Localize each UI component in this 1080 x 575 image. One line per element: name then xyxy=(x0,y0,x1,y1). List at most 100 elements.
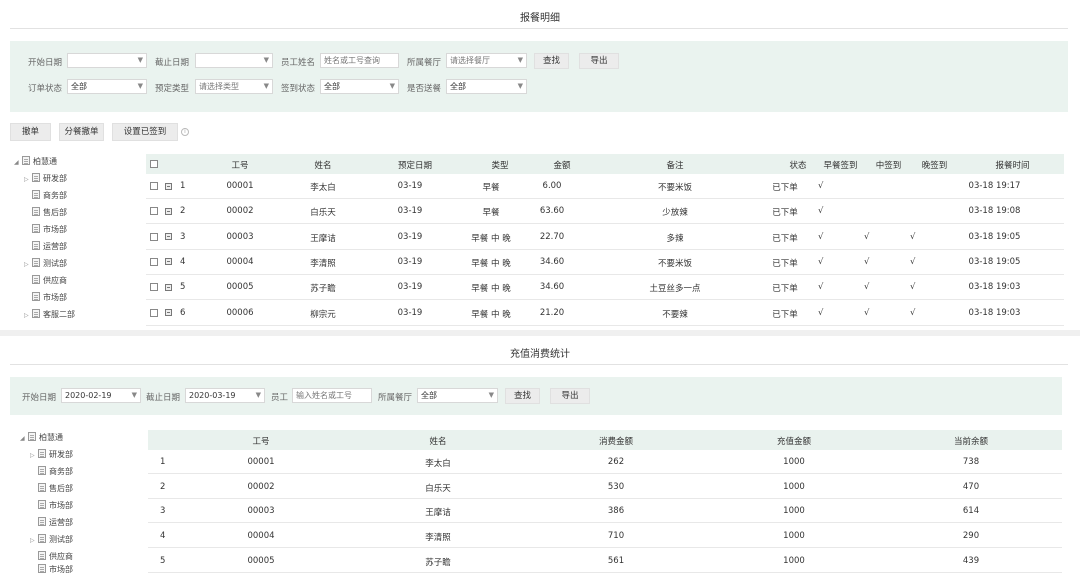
select-all-checkbox[interactable] xyxy=(150,160,158,168)
employee-name: 白乐天 xyxy=(310,208,336,219)
lunch-sign: √ xyxy=(864,231,870,242)
tree-node-label: 客服二部 xyxy=(43,310,75,319)
tree-node-aftersale[interactable]: 售后部 xyxy=(38,483,73,495)
split-cancel-button[interactable]: 分餐撤单 xyxy=(59,123,104,141)
edit-icon[interactable] xyxy=(165,182,172,190)
tree-node-business[interactable]: 商务部 xyxy=(32,190,67,202)
tree-node-test[interactable]: ▷ 测试部 xyxy=(30,534,73,546)
recharge-amount: 1000 xyxy=(783,555,805,566)
tree-node-root[interactable]: ◢ 柏慧通 xyxy=(14,156,57,168)
row-number: 1 xyxy=(180,181,186,191)
edit-icon[interactable] xyxy=(165,309,172,316)
note: 不要米饭 xyxy=(657,258,692,269)
tree-node-aftersale[interactable]: 售后部 xyxy=(32,207,67,219)
search-button[interactable]: 查找 xyxy=(534,53,569,69)
tree-node-supplier[interactable]: 供应商 xyxy=(32,275,67,287)
col-type: 类型 xyxy=(491,161,509,171)
folder-icon xyxy=(38,517,46,526)
meal-filter-bar: 开始日期 ▼ 截止日期 ▼ 员工姓名 姓名或工号查询 所属餐厅 请选择餐厅 ▼ 查… xyxy=(10,41,1068,112)
chevron-down-icon: ▼ xyxy=(517,82,523,90)
export-button[interactable]: 导出 xyxy=(550,388,590,404)
start-date-picker[interactable]: 2020-02-19 ▼ xyxy=(61,388,141,403)
tree-node-ops[interactable]: 运营部 xyxy=(38,517,73,529)
info-icon[interactable]: i xyxy=(181,128,189,136)
tree-node-label: 运营部 xyxy=(49,518,73,527)
tree-node-rd[interactable]: ▷ 研发部 xyxy=(30,449,73,461)
chevron-down-icon: ▼ xyxy=(488,391,494,399)
recharge-amount: 1000 xyxy=(783,457,805,467)
tree-node-ops[interactable]: 运营部 xyxy=(32,241,67,253)
breakfast-sign: √ xyxy=(818,307,824,318)
row-divider xyxy=(146,198,1064,199)
start-date-label: 开始日期 xyxy=(28,58,63,68)
tree-node-market2[interactable]: 市场部 xyxy=(32,292,67,304)
breakfast-sign: √ xyxy=(818,256,824,267)
note: 土豆丝多一点 xyxy=(649,284,701,295)
row-number: 1 xyxy=(160,457,166,467)
edit-icon[interactable] xyxy=(165,207,172,215)
tree-node-label: 市场部 xyxy=(49,501,73,510)
row-checkbox[interactable] xyxy=(150,182,158,190)
folder-icon xyxy=(38,449,46,458)
tree-node-cs2[interactable]: ▷ 客服二部 xyxy=(24,309,75,321)
edit-icon[interactable] xyxy=(165,283,172,291)
row-divider xyxy=(146,223,1064,225)
start-date-picker[interactable]: ▼ xyxy=(67,53,147,68)
current-balance: 290 xyxy=(962,531,980,542)
tree-node-root[interactable]: ◢ 柏慧通 xyxy=(20,432,63,444)
row-checkbox[interactable] xyxy=(150,308,158,317)
order-time: 03-18 19:05 xyxy=(968,256,1021,267)
spend-amount: 710 xyxy=(607,531,625,542)
delivery-select[interactable]: 全部 ▼ xyxy=(446,79,527,94)
tree-node-supplier[interactable]: 供应商 xyxy=(38,551,73,563)
end-date-picker[interactable]: ▼ xyxy=(195,53,273,68)
signin-status-label: 签到状态 xyxy=(281,84,316,94)
row-checkbox[interactable] xyxy=(150,283,158,292)
tree-node-label: 供应商 xyxy=(43,276,67,285)
set-signed-button[interactable]: 设置已签到 xyxy=(112,123,178,141)
employee-name: 王摩诘 xyxy=(425,508,451,519)
row-divider xyxy=(148,497,1062,499)
folder-icon xyxy=(28,432,36,441)
canteen-select[interactable]: 全部 ▼ xyxy=(417,388,498,403)
end-date-picker[interactable]: 2020-03-19 ▼ xyxy=(185,388,265,403)
tree-node-rd[interactable]: ▷ 研发部 xyxy=(24,173,67,185)
order-status: 已下单 xyxy=(772,309,798,320)
row-checkbox[interactable] xyxy=(150,207,158,216)
employee-search-input[interactable]: 输入姓名或工号 xyxy=(292,388,372,403)
edit-icon[interactable] xyxy=(165,233,172,241)
end-date-label: 截止日期 xyxy=(146,393,181,403)
canteen-select-value: 请选择餐厅 xyxy=(450,56,490,65)
employee-name: 苏子瞻 xyxy=(425,557,451,568)
edit-icon[interactable] xyxy=(165,258,172,266)
dinner-sign: √ xyxy=(910,256,916,267)
tree-node-label: 市场部 xyxy=(43,225,67,234)
col-status: 状态 xyxy=(789,161,807,171)
tree-node-market[interactable]: 市场部 xyxy=(32,224,67,236)
end-date-value: 2020-03-19 xyxy=(189,391,236,400)
employee-search-input[interactable]: 姓名或工号查询 xyxy=(320,53,399,68)
tree-node-test[interactable]: ▷ 测试部 xyxy=(24,258,67,270)
tree-node-label: 供应商 xyxy=(49,552,73,561)
signin-status-select[interactable]: 全部 ▼ xyxy=(320,79,399,94)
tree-node-market[interactable]: 市场部 xyxy=(38,500,73,512)
tree-node-business[interactable]: 商务部 xyxy=(38,466,73,478)
employee-name: 李清照 xyxy=(310,258,336,269)
canteen-select[interactable]: 请选择餐厅 ▼ xyxy=(446,53,527,68)
search-button[interactable]: 查找 xyxy=(505,388,540,404)
booking-type-select[interactable]: 请选择类型 ▼ xyxy=(195,79,273,94)
caret-right-icon: ▷ xyxy=(24,176,29,183)
order-time: 03-18 19:03 xyxy=(968,282,1021,293)
cancel-order-button[interactable]: 撤单 xyxy=(10,123,51,141)
recharge-amount: 1000 xyxy=(783,481,805,492)
row-checkbox[interactable] xyxy=(150,232,158,241)
order-status-select[interactable]: 全部 ▼ xyxy=(67,79,147,94)
current-balance: 614 xyxy=(962,506,980,517)
order-status: 已下单 xyxy=(772,284,798,295)
row-checkbox[interactable] xyxy=(150,257,158,266)
export-button[interactable]: 导出 xyxy=(579,53,619,69)
tree-node-market2[interactable]: 市场部 xyxy=(38,564,73,575)
signin-status-value: 全部 xyxy=(324,82,340,91)
dinner-sign: √ xyxy=(910,231,916,242)
breakfast-sign: √ xyxy=(818,181,824,191)
